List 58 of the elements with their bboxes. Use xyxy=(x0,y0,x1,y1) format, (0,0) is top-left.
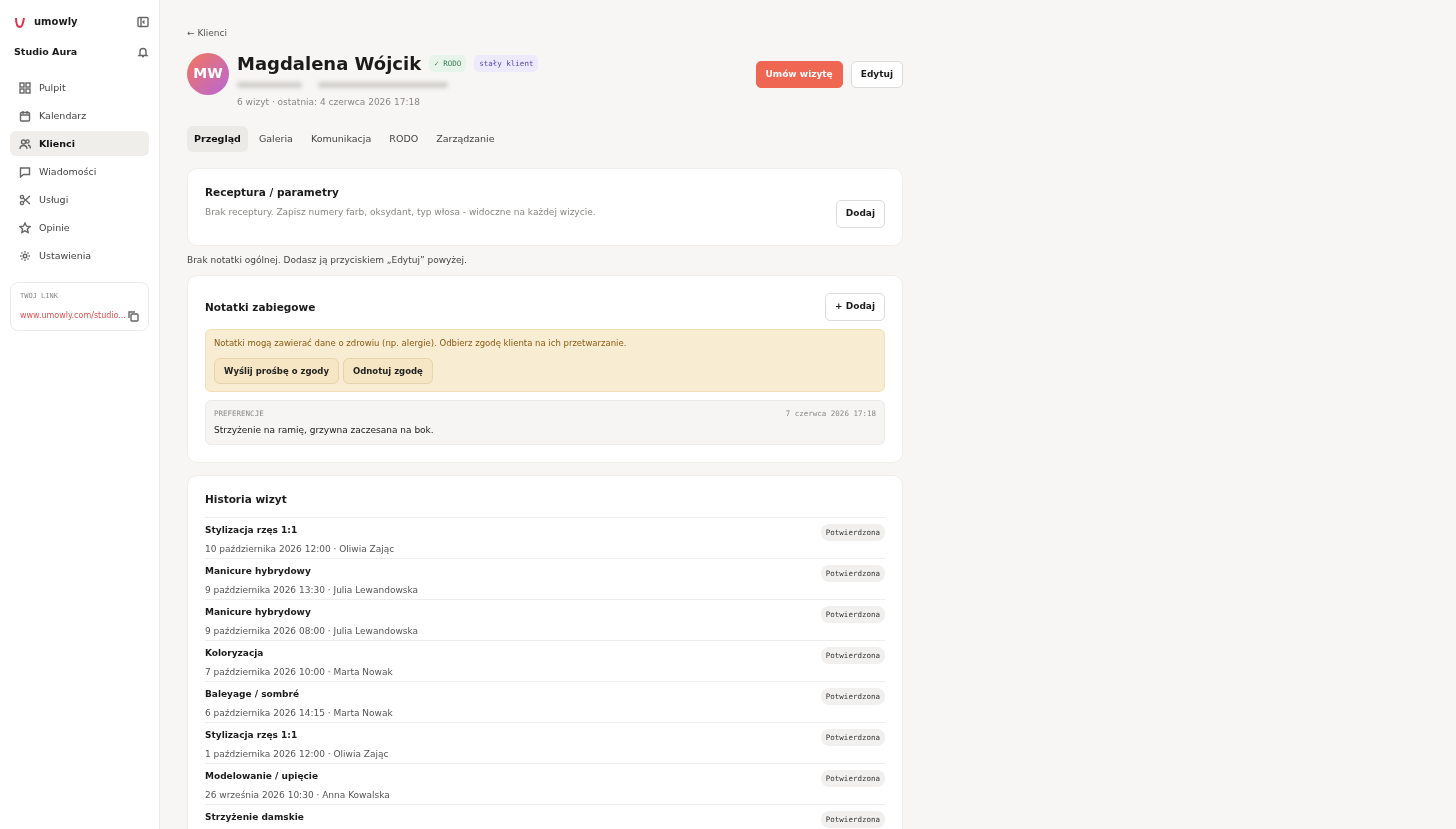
nav-item[interactable]: Ustawienia xyxy=(10,243,149,269)
client-name: Magdalena Wójcik xyxy=(237,52,422,75)
profile-link[interactable]: www.umowly.com/studio... xyxy=(20,309,126,322)
visit-service: Modelowanie / upięcie xyxy=(205,769,320,783)
visit-service: Strzyżenie damskie xyxy=(205,810,304,824)
nav-item[interactable]: Klienci xyxy=(10,131,149,157)
tab[interactable]: Przegląd xyxy=(187,125,248,152)
note-text: Strzyżenie na ramię, grzywna zaczesana na bok. xyxy=(214,423,435,437)
nav-item[interactable]: Kalendarz xyxy=(10,103,149,129)
nav-item[interactable]: Opinie xyxy=(10,215,149,241)
visit-service: Manicure hybrydowy xyxy=(205,564,312,578)
scissors-icon xyxy=(19,193,31,206)
brand-name: umowly xyxy=(34,15,78,29)
general-note-text: Brak notatki ogólnej. Dodasz ją przyciskiem „Edytuj” powyżej. xyxy=(187,253,468,267)
visit-details: 26 września 2026 10:30 · Anna Kowalska xyxy=(205,789,390,803)
users-icon xyxy=(19,137,31,150)
calendar-icon xyxy=(19,109,31,122)
visit-service: Manicure hybrydowy xyxy=(205,605,312,619)
visit-details: 10 października 2026 12:00 · Oliwia Zając xyxy=(205,543,395,557)
card-title: Notatki zabiegowe xyxy=(205,300,316,314)
nav-item[interactable]: Usługi xyxy=(10,187,149,213)
logo-icon xyxy=(14,15,26,28)
dashboard-icon xyxy=(19,81,31,94)
visit-details: 9 października 2026 08:00 · Julia Lewandowska xyxy=(205,625,419,639)
add-button[interactable]: Dodaj xyxy=(835,200,885,228)
consent-button[interactable]: Wyślij prośbę o zgody xyxy=(214,357,339,385)
tab[interactable]: Zarządzanie xyxy=(429,125,502,152)
tab[interactable]: RODO xyxy=(382,125,426,152)
tab[interactable]: Komunikacja xyxy=(303,125,379,152)
recipe-empty-text: Brak receptury. Zapisz numery farb, oksydant, typ włosa - widoczne na każdej wizycie. xyxy=(205,206,596,220)
visit-service: Koloryzacja xyxy=(205,646,265,660)
visit-details: 6 października 2026 14:15 · Marta Nowak xyxy=(205,707,393,721)
card-title: Historia wizyt xyxy=(205,493,288,506)
consent-button[interactable]: Odnotuj zgodę xyxy=(342,357,433,385)
studio-name: Studio Aura xyxy=(14,45,78,59)
visit-details: 7 października 2026 10:00 · Marta Nowak xyxy=(205,666,393,680)
add-note-button[interactable]: + Dodaj xyxy=(825,293,885,321)
tab[interactable]: Galeria xyxy=(251,125,300,152)
edit-button[interactable]: Edytuj xyxy=(850,60,903,88)
visit-details: 9 października 2026 13:30 · Julia Lewandowska xyxy=(205,584,419,598)
visit-details: 1 października 2026 12:00 · Oliwia Zając xyxy=(205,748,389,762)
nav-item[interactable]: Wiadomości xyxy=(10,159,149,185)
settings-icon xyxy=(19,249,31,262)
star-icon xyxy=(19,221,31,234)
blurred-phone xyxy=(237,82,302,89)
avatar: MW xyxy=(187,52,229,95)
card-title: Receptura / parametry xyxy=(205,185,340,199)
back-link[interactable]: ← Klienci xyxy=(187,27,227,41)
visit-service: Baleyage / sombré xyxy=(205,687,301,701)
copy-icon xyxy=(127,309,139,322)
client-summary: 6 wizyt · ostatnia: 4 czerwca 2026 17:18 xyxy=(237,96,421,110)
message-icon xyxy=(19,165,31,178)
bell-icon xyxy=(137,46,149,59)
nav-item[interactable]: Pulpit xyxy=(10,75,149,101)
sidebar-toggle-icon xyxy=(137,15,149,28)
visit-service: Stylizacja rzęs 1:1 xyxy=(205,523,299,537)
visit-service: Stylizacja rzęs 1:1 xyxy=(205,728,299,742)
warning-text: Notatki mogą zawierać dane o zdrowiu (np. alergie). Odbierz zgodę klienta na ich przetwarzanie. xyxy=(214,336,628,350)
